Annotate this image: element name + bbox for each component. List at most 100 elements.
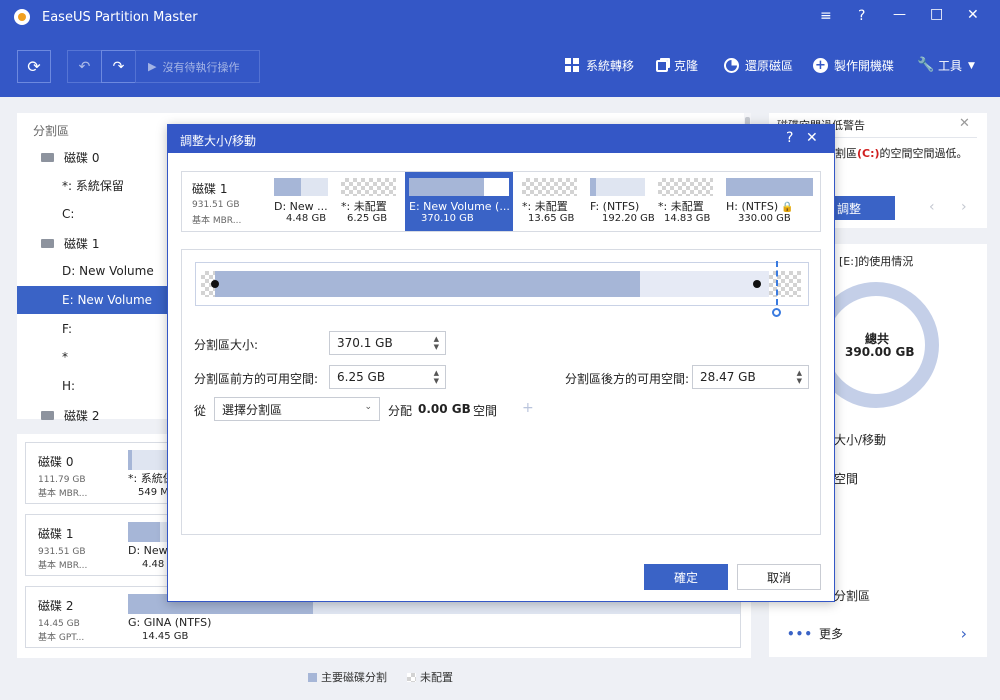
plus-circle-icon: + (813, 58, 828, 73)
disk-size: 931.51 GB (192, 200, 240, 210)
help-icon[interactable]: ? (786, 130, 793, 146)
chevron-right-icon[interactable]: › (961, 199, 967, 215)
alignment-marker (776, 261, 778, 305)
pending-operations-label: 沒有待執行操作 (162, 60, 240, 74)
space-after-input[interactable]: 28.47 GB ▲ ▼ (692, 365, 809, 389)
segment-size: 192.20 GB (602, 213, 655, 224)
from-label: 從 (194, 404, 207, 418)
segment-size: 370.10 GB (421, 213, 474, 224)
usage-title: [E:]的使用情況 (839, 255, 914, 268)
title-bar: EaseUS Partition Master ≡ ? — □ ✕ (0, 0, 1000, 34)
chevron-down-icon: ⌄ (364, 402, 372, 412)
redo-icon: ↷ (112, 58, 125, 75)
cancel-button[interactable]: 取消 (737, 564, 821, 590)
minimize-button[interactable]: — (893, 7, 906, 22)
add-icon[interactable]: + (522, 400, 534, 416)
disk-layout-strip: 磁碟 1 931.51 GB 基本 MBR... D: New ... 4.48 … (181, 171, 821, 232)
partition-segment[interactable]: E: New Volume (... 370.10 GB (405, 172, 513, 231)
adjust-button[interactable]: 調整 (829, 196, 895, 220)
unallocated-segment[interactable]: *: 未配置 6.25 GB (337, 172, 400, 231)
spinner-icon[interactable]: ▲ ▼ (434, 335, 439, 351)
more-dots-icon: ••• (787, 626, 814, 641)
close-button[interactable]: ✕ (967, 7, 979, 23)
tree-row-label: * (62, 350, 68, 364)
resize-track[interactable] (195, 261, 809, 306)
tool-restore-partition[interactable]: 還原磁區 (724, 57, 793, 74)
legend-primary-label: 主要磁碟分割 (321, 671, 387, 684)
chevron-left-icon[interactable]: ‹ (929, 199, 935, 215)
menu-icon[interactable]: ≡ (820, 8, 832, 24)
legend-swatch-primary (308, 672, 317, 682)
segment-label: E: New Volume (... (409, 200, 510, 213)
spinner-icon[interactable]: ▲ ▼ (797, 369, 802, 385)
tree-row-label: 磁碟 1 (64, 236, 100, 251)
action-allocate-space[interactable]: 空間 (834, 470, 858, 487)
wrench-icon: 🔧 (917, 57, 935, 73)
tree-row-label: F: (62, 322, 73, 336)
segment-label: *: 未配置 (522, 200, 568, 213)
ok-button[interactable]: 確定 (644, 564, 728, 590)
tool-clone[interactable]: 克隆 (656, 57, 698, 74)
disk-name: 磁碟 1 (192, 182, 228, 196)
redo-button[interactable]: ↷ (101, 50, 135, 83)
partition-size-input[interactable]: 370.1 GB ▲ ▼ (329, 331, 446, 355)
refresh-button[interactable]: ⟳ (17, 50, 51, 83)
disk-type: 基本 MBR... (192, 216, 242, 226)
tool-system-migrate[interactable]: 系統轉移 (565, 57, 634, 74)
left-resize-handle[interactable] (211, 280, 219, 288)
tool-tools-menu[interactable]: 🔧 工具 ▼ (917, 57, 975, 74)
more-button[interactable]: ••• 更多 › (787, 624, 967, 643)
space-before-label: 分割區前方的可用空間: (194, 372, 319, 386)
chevron-right-icon: › (960, 624, 967, 643)
disk-size: 931.51 GB (38, 547, 86, 557)
drop-marker-icon[interactable] (772, 308, 781, 317)
clone-icon (656, 59, 668, 72)
action-partition[interactable]: 分割區 (834, 587, 870, 604)
tree-row-label: 磁碟 2 (64, 408, 100, 423)
tree-row-label: 磁碟 0 (64, 150, 100, 165)
segment-bar (341, 178, 396, 196)
disk-type: 基本 GPT... (38, 633, 85, 643)
tree-row-label: E: New Volume (62, 293, 153, 307)
free-space-after (769, 271, 801, 297)
segment-bar (658, 178, 713, 196)
lock-icon: 🔒 (778, 202, 794, 213)
disk-name: 磁碟 1 (38, 527, 74, 541)
warning-message: 割區(C:)的空間空間過低。 (835, 147, 968, 160)
partition-extent (215, 271, 769, 297)
disk-icon (41, 410, 54, 420)
spinner-icon[interactable]: ▲ ▼ (434, 369, 439, 385)
space-before-input[interactable]: 6.25 GB ▲ ▼ (329, 365, 446, 389)
allocate-label: 分配 (388, 404, 413, 418)
segment-label: F: (NTFS) (590, 200, 640, 213)
tool-boot-disk[interactable]: + 製作開機碟 (813, 57, 894, 74)
disk-name: 磁碟 0 (38, 455, 74, 469)
help-icon[interactable]: ? (858, 8, 865, 24)
partition-label: G: GINA (NTFS) 14.45 GB (128, 616, 212, 642)
close-icon[interactable]: ✕ (806, 130, 818, 146)
unallocated-segment[interactable]: *: 未配置 14.83 GB (654, 172, 717, 231)
partition-segment[interactable]: D: New ... 4.48 GB (270, 172, 332, 231)
pending-operations-button[interactable]: ▶ 沒有待執行操作 (135, 50, 260, 83)
maximize-button[interactable]: □ (930, 6, 943, 22)
allocate-value: 0.00 GB (418, 402, 471, 416)
partition-segment[interactable]: H: (NTFS) 🔒 330.00 GB (722, 172, 817, 231)
segment-size: 14.83 GB (664, 213, 711, 224)
unallocated-segment[interactable]: *: 未配置 13.65 GB (518, 172, 581, 231)
action-resize-move[interactable]: 大小/移動 (834, 431, 886, 448)
undo-button[interactable]: ↶ (67, 50, 101, 83)
close-icon[interactable]: ✕ (959, 116, 970, 131)
legend: 主要磁碟分割 未配置 (308, 669, 453, 685)
segment-bar (590, 178, 645, 196)
legend-unallocated-label: 未配置 (420, 671, 453, 684)
partition-segment[interactable]: F: (NTFS) 192.20 GB (586, 172, 655, 231)
source-partition-select[interactable]: 選擇分割區 ⌄ (214, 397, 380, 421)
tree-row-label: C: (62, 207, 75, 221)
right-resize-handle[interactable] (753, 280, 761, 288)
disk-icon (41, 152, 54, 162)
pie-icon (724, 58, 739, 73)
disk-type: 基本 MBR... (38, 561, 88, 571)
segment-size: 4.48 GB (286, 213, 327, 224)
play-icon: ▶ (148, 60, 157, 73)
space-label: 空間 (473, 404, 498, 418)
